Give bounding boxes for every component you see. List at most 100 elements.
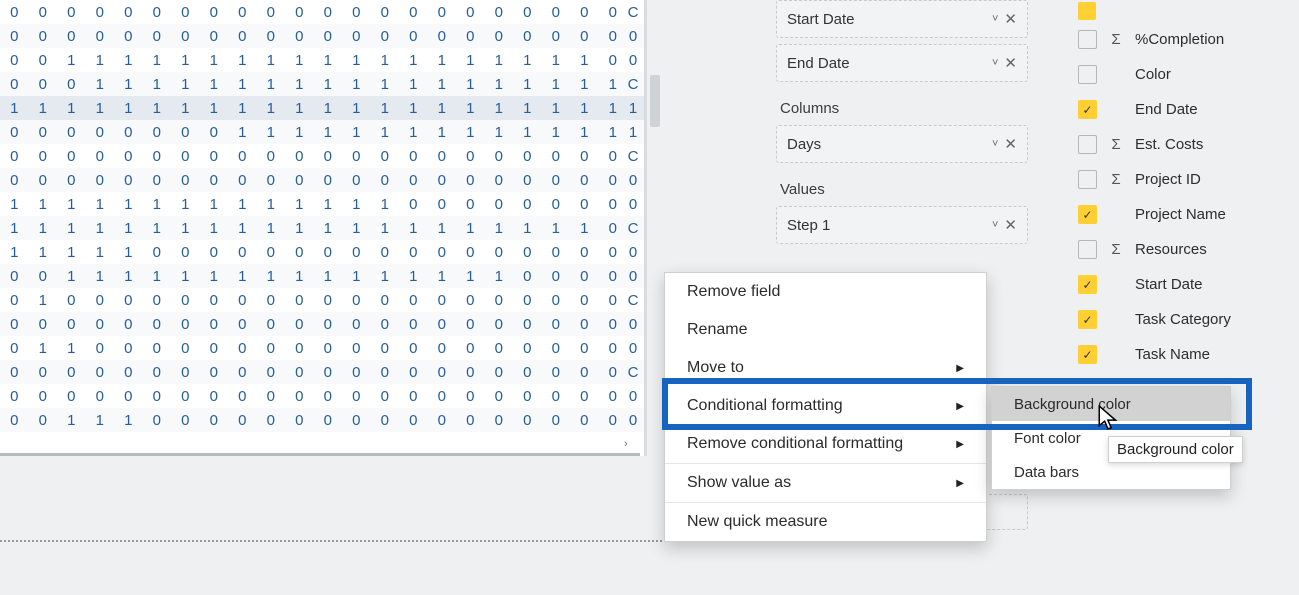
matrix-cell: 0 (86, 340, 115, 357)
matrix-cell: 1 (86, 412, 115, 429)
field-row[interactable]: ΣResources (1078, 232, 1288, 267)
context-menu-item[interactable]: Remove field (665, 273, 986, 311)
field-checkbox[interactable]: ✓ (1078, 345, 1097, 364)
context-menu-item[interactable]: Conditional formatting▶ (665, 387, 986, 425)
matrix-cell: 0 (200, 292, 229, 309)
field-row[interactable]: ✓Start Date (1078, 267, 1288, 302)
matrix-cell: 0 (29, 268, 58, 285)
matrix-cell: 0 (29, 76, 58, 93)
context-menu-item[interactable]: Remove conditional formatting▶ (665, 425, 986, 463)
matrix-cell: 0 (200, 28, 229, 45)
field-row[interactable]: Color (1078, 57, 1288, 92)
field-checkbox[interactable] (1078, 170, 1097, 189)
field-checkbox[interactable]: ✓ (1078, 275, 1097, 294)
matrix-cell: 1 (285, 76, 314, 93)
matrix-cell: 0 (456, 172, 485, 189)
matrix-cell: 1 (114, 220, 143, 237)
horizontal-scrollbar[interactable] (0, 453, 640, 456)
field-name: Project Name (1135, 206, 1226, 223)
matrix-row: 0000000000000000000000C (0, 144, 644, 168)
field-row[interactable]: ✓End Date (1078, 92, 1288, 127)
matrix-cell: 1 (171, 196, 200, 213)
scroll-right-icon[interactable]: › (624, 438, 642, 456)
matrix-cell: 0 (285, 340, 314, 357)
matrix-visual: 0000000000000000000000C00000000000000000… (0, 0, 647, 456)
matrix-cell: 0 (200, 4, 229, 21)
matrix-cell: 0 (86, 124, 115, 141)
field-row[interactable]: ✓Task Category (1078, 302, 1288, 337)
field-checkbox[interactable] (1078, 30, 1097, 49)
field-checkbox[interactable] (1078, 240, 1097, 259)
context-menu-item[interactable]: New quick measure (665, 502, 986, 541)
field-checkbox[interactable]: ✓ (1078, 310, 1097, 329)
field-checkbox[interactable] (1078, 135, 1097, 154)
submenu-item[interactable]: Background color (992, 387, 1230, 421)
columns-well[interactable]: Days˅✕ (776, 125, 1028, 163)
rows-well[interactable]: End Date˅✕ (776, 44, 1028, 82)
matrix-cell: 1 (570, 124, 599, 141)
field-row[interactable]: ✓ Project Name (1078, 197, 1288, 232)
remove-field-icon[interactable]: ✕ (1004, 216, 1017, 234)
remove-field-icon[interactable]: ✕ (1004, 54, 1017, 72)
field-row[interactable]: ✓Task Name (1078, 337, 1288, 372)
matrix-cell: 0 (86, 28, 115, 45)
field-context-menu[interactable]: Remove fieldRenameMove to▶Conditional fo… (664, 272, 987, 542)
matrix-cell: 1 (627, 124, 639, 141)
matrix-cell: 0 (143, 4, 172, 21)
matrix-cell: 1 (456, 268, 485, 285)
matrix-cell: 1 (228, 124, 257, 141)
remove-field-icon[interactable]: ✕ (1004, 10, 1017, 28)
field-row[interactable]: ΣEst. Costs (1078, 127, 1288, 162)
matrix-cell: 0 (314, 28, 343, 45)
chevron-down-icon[interactable]: ˅ (992, 219, 998, 231)
matrix-cell: 0 (114, 124, 143, 141)
matrix-cell: 0 (314, 292, 343, 309)
chevron-down-icon[interactable]: ˅ (992, 138, 998, 150)
chevron-down-icon[interactable]: ˅ (992, 13, 998, 25)
matrix-cell: 0 (513, 244, 542, 261)
context-menu-item[interactable]: Move to▶ (665, 349, 986, 387)
matrix-cell: 0 (485, 28, 514, 45)
matrix-row: 0000000000000000000000C (0, 360, 644, 384)
chevron-down-icon[interactable]: ˅ (992, 57, 998, 69)
values-well[interactable]: Step 1˅✕ (776, 206, 1028, 244)
field-checkbox[interactable]: ✓ (1078, 205, 1097, 224)
matrix-cell: 0 (570, 244, 599, 261)
matrix-cell: 0 (285, 364, 314, 381)
context-menu-item-label: New quick measure (687, 513, 828, 531)
matrix-cell: 0 (171, 340, 200, 357)
matrix-cell: 1 (29, 340, 58, 357)
matrix-cell: 0 (456, 316, 485, 333)
matrix-cell: 1 (143, 52, 172, 69)
matrix-cell: 0 (86, 364, 115, 381)
matrix-cell: 1 (599, 76, 628, 93)
matrix-cell: 0 (0, 148, 29, 165)
matrix-cell: 1 (114, 412, 143, 429)
matrix-cell: 0 (143, 388, 172, 405)
matrix-cell: 1 (0, 244, 29, 261)
matrix-cell: 1 (542, 220, 571, 237)
field-checkbox[interactable]: ✓ (1078, 100, 1097, 119)
field-checkbox[interactable] (1078, 65, 1097, 84)
field-row[interactable]: ΣProject ID (1078, 162, 1288, 197)
matrix-cell: 1 (428, 220, 457, 237)
matrix-row: 0000000000000000000000C (0, 0, 644, 24)
matrix-cell: 1 (143, 220, 172, 237)
matrix-cell: 0 (570, 4, 599, 21)
context-menu-item[interactable]: Show value as▶ (665, 463, 986, 502)
rows-well[interactable]: Start Date˅✕ (776, 0, 1028, 38)
matrix-cell: 0 (314, 388, 343, 405)
field-row[interactable]: Σ%Completion (1078, 22, 1288, 57)
matrix-cell: 0 (257, 28, 286, 45)
panel-collapse-handle[interactable] (650, 75, 660, 127)
remove-field-icon[interactable]: ✕ (1004, 135, 1017, 153)
context-menu-item[interactable]: Rename (665, 311, 986, 349)
matrix-cell: 1 (428, 268, 457, 285)
matrix-cell: 0 (513, 316, 542, 333)
matrix-cell: 0 (599, 364, 628, 381)
matrix-cell: 1 (228, 100, 257, 117)
matrix-cell: 0 (513, 148, 542, 165)
matrix-cell: 0 (342, 172, 371, 189)
matrix-cell: 0 (399, 4, 428, 21)
matrix-cell: 0 (371, 292, 400, 309)
